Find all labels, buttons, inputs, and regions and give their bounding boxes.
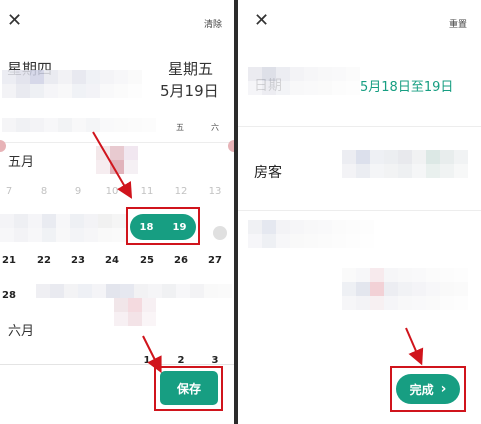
- arrow-annotation-icon: [405, 327, 424, 366]
- filter-summary-panel: ✕ 重置 日期 5月18日至19日 房客 完成 ›: [238, 0, 481, 424]
- date-picker-panel: ✕ 清除 星期四 星期五 5月19日 五 六 五月 7 8 9 10 11 12…: [0, 0, 234, 424]
- arrow-annotation-icon: [92, 131, 162, 374]
